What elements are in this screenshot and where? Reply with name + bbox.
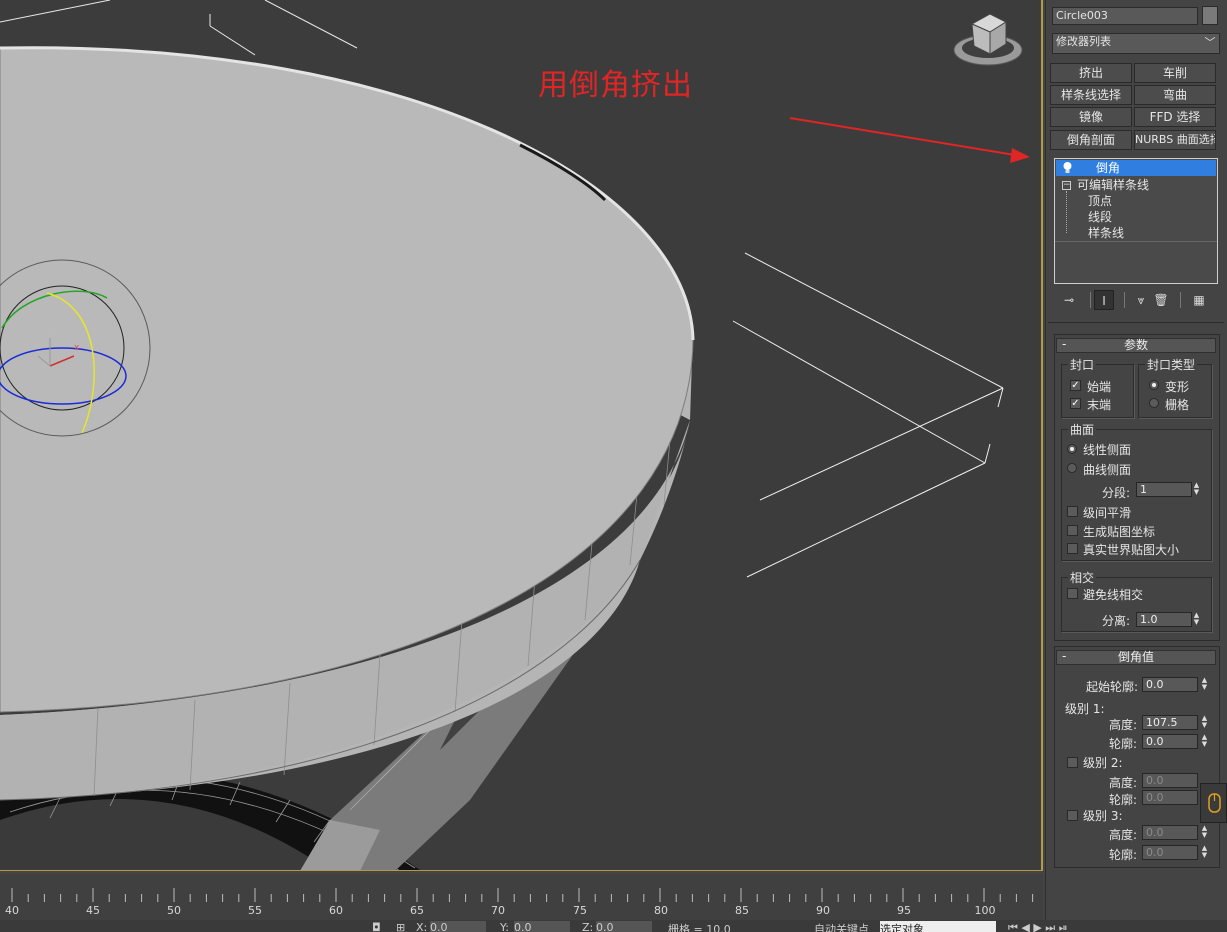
gizmo-axis-z: z (48, 326, 53, 336)
status-bar: ◘ ⊞ X: 0.0 Y: 0.0 Z: 0.0 栅格 = 10.0 自动关键点… (0, 920, 1227, 932)
collapse-icon[interactable]: − (1062, 181, 1071, 190)
lock-selection-icon[interactable]: ◘ (372, 921, 381, 932)
panel-divider (1048, 322, 1224, 323)
modifier-button-bend[interactable]: 弯曲 (1134, 85, 1216, 105)
toolbar-separator (1180, 292, 1181, 308)
tick-label: 50 (167, 904, 181, 917)
stack-item-vertex[interactable]: 顶点 (1088, 193, 1112, 209)
lightbulb-icon[interactable] (1062, 161, 1073, 175)
timeline-ticks (11, 888, 1034, 902)
tick-label: 70 (491, 904, 505, 917)
gizmo-axis-y: y (33, 339, 39, 349)
x-coordinate-label: X: (416, 921, 428, 932)
stack-item-segment[interactable]: 线段 (1088, 209, 1112, 225)
modifier-list-dropdown[interactable]: 修改器列表 ﹀ (1052, 33, 1220, 54)
make-unique-icon[interactable]: ⩔ (1132, 290, 1150, 310)
modifier-list-label: 修改器列表 (1056, 35, 1111, 48)
timeline-ruler[interactable]: 40 45 50 55 60 65 70 75 80 85 90 95 100 (0, 874, 1043, 920)
viewport-perspective[interactable]: z y x 用倒角挤出 (0, 0, 1043, 871)
tick-label: 75 (573, 904, 587, 917)
toolbar-separator (1090, 292, 1091, 308)
configure-modifier-sets-icon[interactable]: ▦ (1190, 290, 1208, 310)
tick-label: 80 (654, 904, 668, 917)
annotation-text: 用倒角挤出 (538, 68, 693, 103)
stack-divider (1055, 241, 1217, 242)
stack-item-bevel[interactable]: 倒角 (1056, 160, 1216, 176)
x-coordinate-field[interactable]: 0.0 (430, 921, 486, 932)
tick-label: 40 (5, 904, 19, 917)
modifier-button-ffd-select[interactable]: FFD 选择 (1134, 107, 1216, 127)
gizmo-axis-x: x (74, 343, 80, 353)
mouse-icon (1208, 793, 1221, 813)
viewport-scene (0, 0, 1030, 871)
auto-key-label[interactable]: 自动关键点 (814, 921, 869, 932)
rollout-border (1054, 334, 1220, 641)
stack-toolbar: ⊸ Ⅰ ⩔ 🗑 ▦ (1054, 290, 1222, 312)
tick-label: 45 (86, 904, 100, 917)
tick-label: 95 (897, 904, 911, 917)
z-coordinate-field[interactable]: 0.0 (596, 921, 652, 932)
z-coordinate-label: Z: (582, 921, 594, 932)
remove-modifier-icon[interactable]: 🗑 (1152, 290, 1170, 310)
modifier-button-extrude[interactable]: 挤出 (1050, 63, 1132, 83)
rollout-border (1054, 646, 1220, 868)
viewcube-icon[interactable] (950, 6, 1028, 72)
modifier-button-spline-select[interactable]: 样条线选择 (1050, 85, 1132, 105)
y-coordinate-field[interactable]: 0.0 (514, 921, 570, 932)
side-panel-tab[interactable] (1200, 783, 1227, 823)
absolute-mode-icon[interactable]: ⊞ (396, 921, 405, 932)
tick-label: 85 (735, 904, 749, 917)
selected-object-dropdown[interactable]: 选定对象 (880, 921, 996, 932)
chevron-down-icon: ﹀ (1203, 35, 1217, 53)
modifier-stack[interactable]: 倒角 − 可编辑样条线 顶点 线段 样条线 (1054, 158, 1218, 284)
tick-label: 100 (974, 904, 996, 917)
stack-item-bevel-label: 倒角 (1096, 161, 1121, 175)
tree-connector (1066, 191, 1067, 233)
tick-label: 90 (816, 904, 830, 917)
modifier-button-mirror[interactable]: 镜像 (1050, 107, 1132, 127)
modifier-button-nurbs-surface-select[interactable]: NURBS 曲面选择 (1134, 130, 1216, 150)
pin-stack-icon[interactable]: ⊸ (1060, 290, 1078, 310)
tick-label: 60 (329, 904, 343, 917)
tick-label: 55 (248, 904, 262, 917)
modifier-button-lathe[interactable]: 车削 (1134, 63, 1216, 83)
show-end-result-icon[interactable]: Ⅰ (1094, 290, 1114, 310)
modifier-button-bevel-profile[interactable]: 倒角剖面 (1050, 130, 1132, 150)
y-coordinate-label: Y: (500, 921, 509, 932)
grid-size-label: 栅格 = 10.0 (668, 923, 731, 932)
stack-item-spline[interactable]: 样条线 (1088, 225, 1124, 241)
playback-controls-icon[interactable]: ⏮ ◀ ▶ ⏭ ⏯ (1008, 921, 1068, 932)
tick-label: 65 (410, 904, 424, 917)
stack-item-editable-spline[interactable]: 可编辑样条线 (1077, 177, 1149, 193)
object-name-field[interactable]: Circle003 (1052, 7, 1198, 25)
object-color-swatch[interactable] (1202, 6, 1218, 25)
toolbar-separator (1124, 292, 1125, 308)
